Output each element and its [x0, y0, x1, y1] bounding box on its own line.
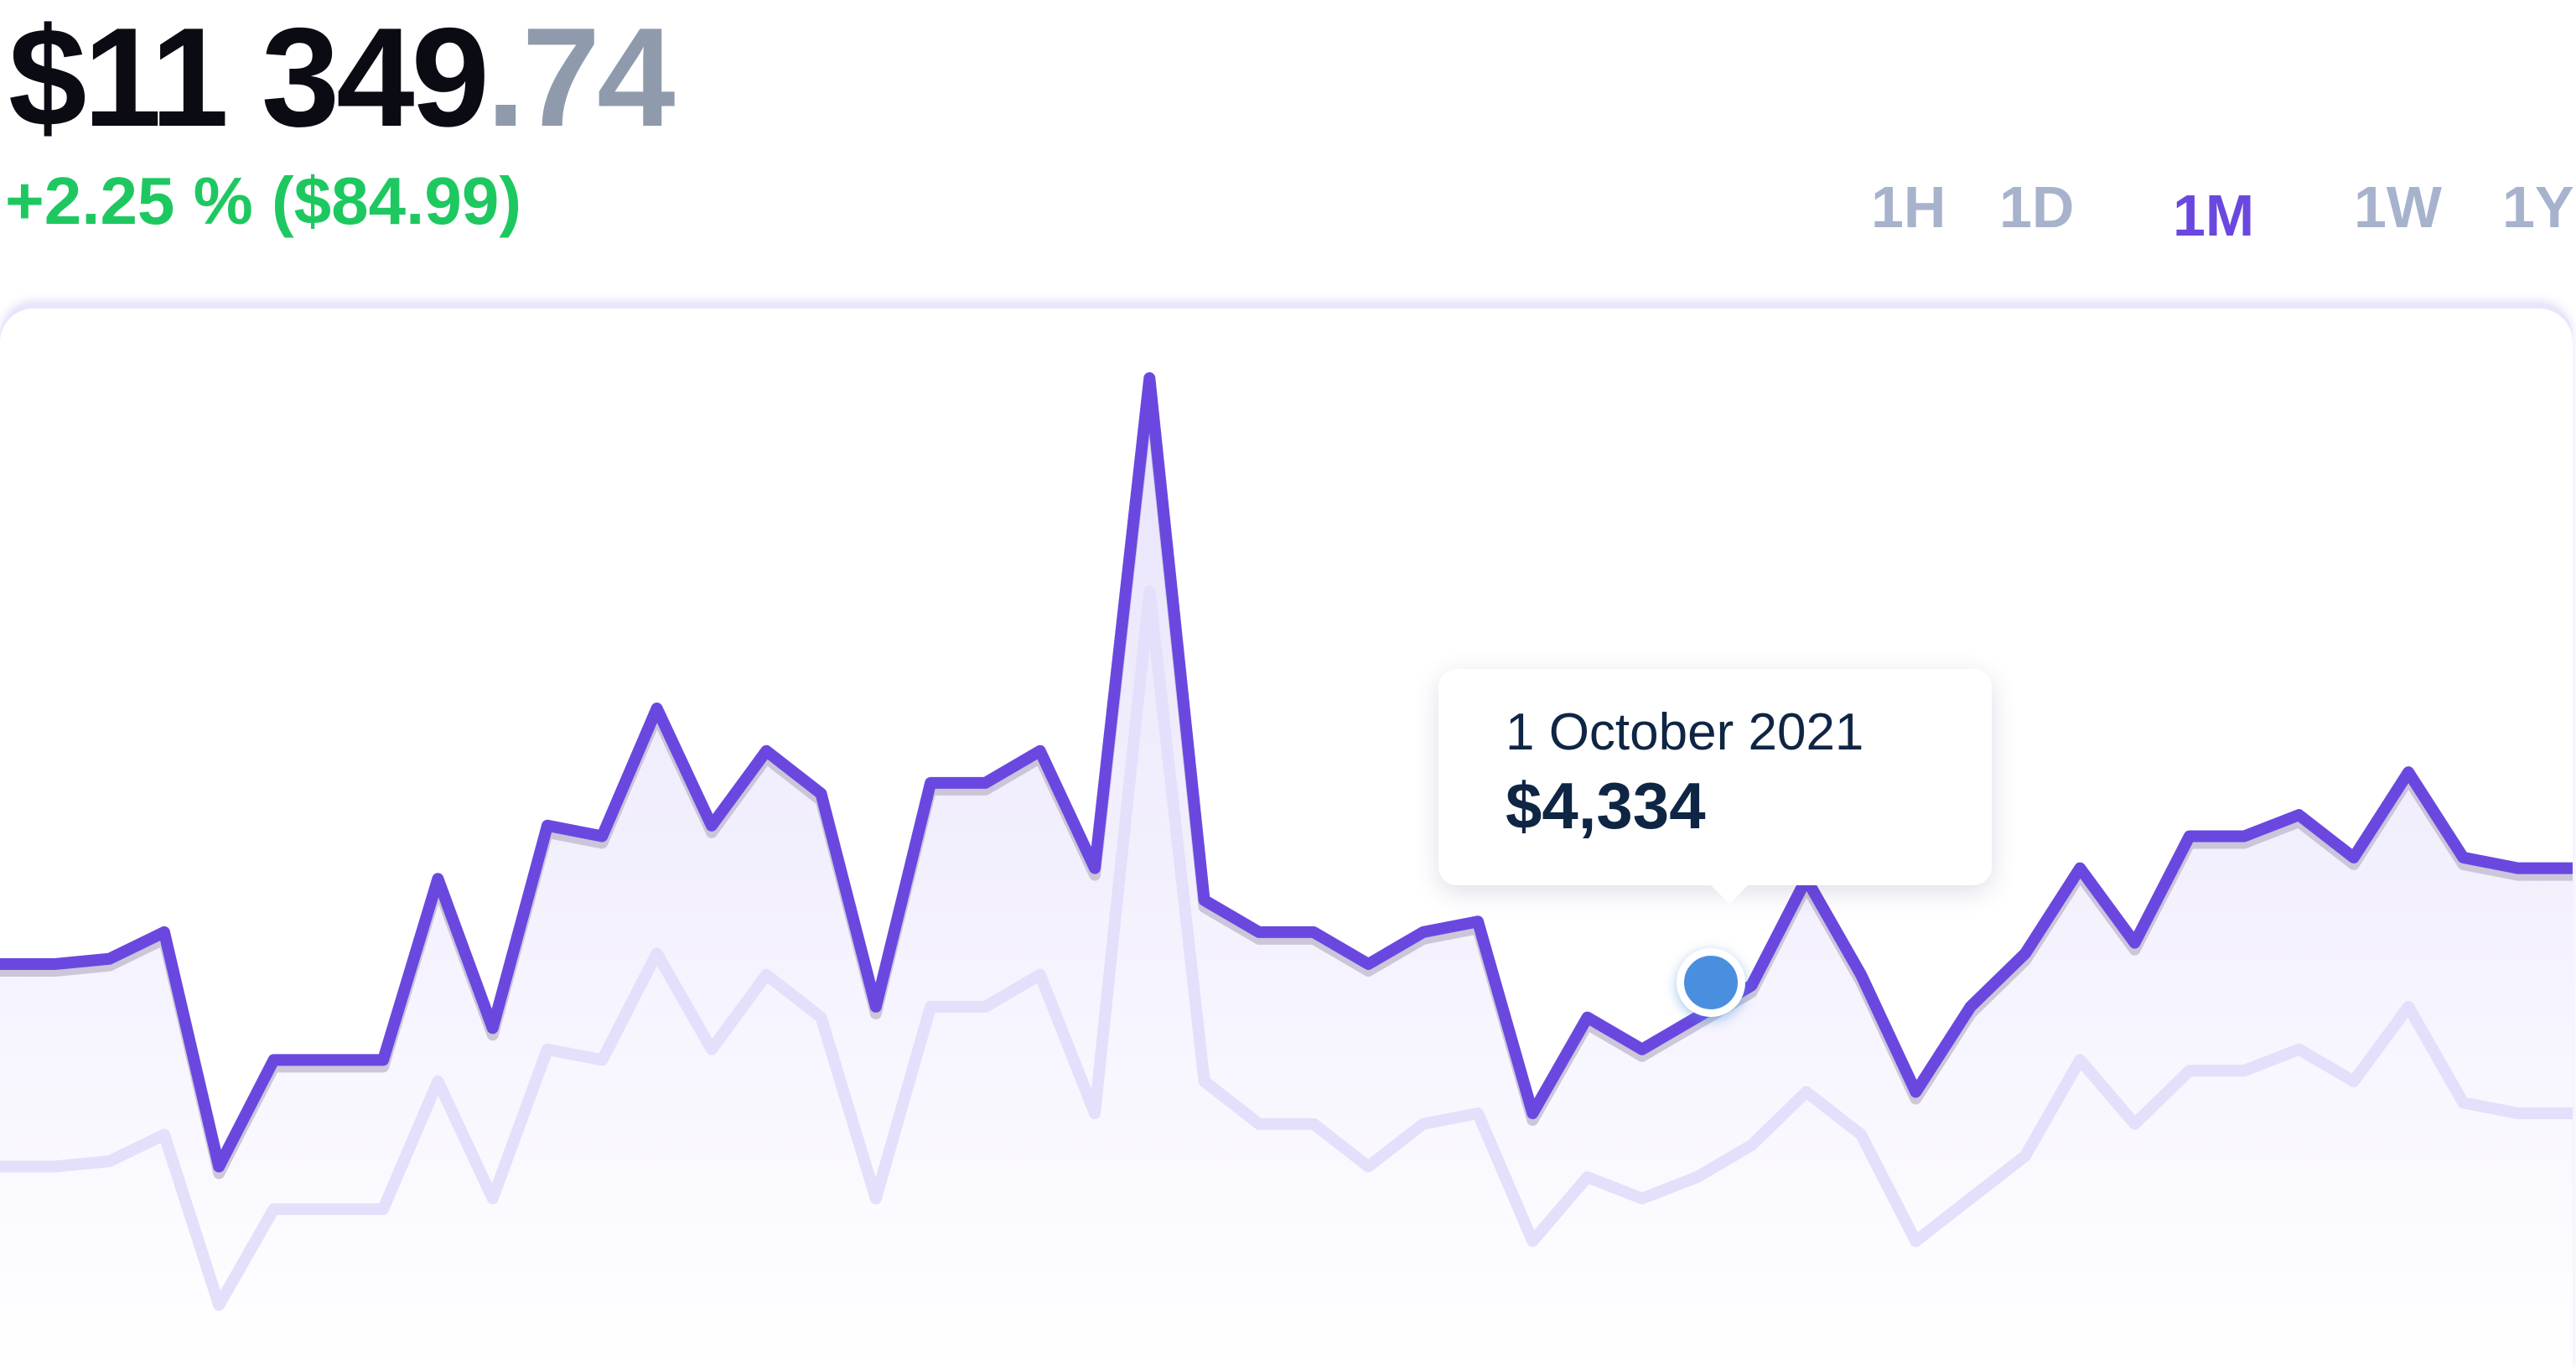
chart-point [925, 777, 936, 788]
chart-point [1034, 745, 1045, 756]
chart-point [870, 1001, 881, 1012]
chart-point [2458, 852, 2469, 863]
chart-point [158, 926, 169, 937]
chart-point [1746, 980, 1757, 991]
chart-point [1309, 926, 1319, 937]
chart-point [1636, 1044, 1647, 1055]
chart-point [378, 1055, 389, 1066]
period-1w[interactable]: 1W [2354, 178, 2442, 236]
chart-point [1582, 1012, 1593, 1023]
period-1m[interactable]: 1M [2173, 186, 2254, 245]
period-1h[interactable]: 1H [1871, 178, 1946, 236]
chart-point [2294, 810, 2304, 821]
chart-point [104, 953, 115, 964]
balance-integer: $11 349 [8, 0, 490, 156]
chart-area-fill [0, 378, 2573, 1369]
chart-tooltip: 1 October 2021 $4,334 [1438, 669, 1992, 904]
chart-point [2129, 937, 2140, 948]
chart-point [980, 777, 991, 788]
chart-point [2348, 852, 2359, 863]
balance-amount: $11 349.74 [8, 7, 676, 148]
chart-point [214, 1161, 225, 1172]
chart-point [706, 820, 717, 831]
balance-decimal: .74 [486, 0, 676, 156]
chart-point [1473, 916, 1483, 927]
chart-point [2075, 863, 2086, 874]
chart-point [1090, 863, 1100, 874]
chart-point [816, 788, 827, 799]
chart-point [761, 745, 772, 756]
chart-point [1910, 1086, 1921, 1097]
chart-point [2020, 948, 2030, 959]
chart-point [268, 1055, 279, 1066]
chart-point [433, 874, 443, 884]
chart-point [487, 1023, 498, 1034]
chart-point-marker[interactable] [1677, 948, 1745, 1017]
chart-point [2403, 767, 2414, 778]
period-1y[interactable]: 1Y [2502, 178, 2574, 236]
chart-point [1527, 1108, 1538, 1118]
chart-point [1856, 969, 1867, 980]
price-chart[interactable] [0, 303, 2573, 1369]
chart-point [2184, 831, 2195, 842]
chart-point [542, 820, 552, 831]
period-selector: 1H 1D 1M 1W 1Y [0, 178, 2576, 253]
chart-point [1418, 926, 1428, 937]
chart-canvas [0, 372, 2573, 1369]
chart-point [1965, 1001, 1976, 1012]
chart-point [2512, 863, 2523, 874]
chart-point [323, 1055, 334, 1066]
tooltip-value: $4,334 [1506, 769, 1706, 843]
chart-point [1144, 373, 1155, 383]
period-1d[interactable]: 1D [1999, 178, 2074, 236]
chart-point [1253, 926, 1264, 937]
chart-point [597, 831, 608, 842]
chart-point [1363, 959, 1374, 969]
chart-point [651, 703, 662, 713]
chart-point [2239, 831, 2250, 842]
chart-point [1199, 895, 1210, 905]
chart-point [49, 959, 60, 969]
portfolio-widget: $11 349.74 +2.25 % ($84.99) 1H 1D 1M 1W … [0, 0, 2576, 1369]
tooltip-date: 1 October 2021 [1506, 703, 1864, 761]
